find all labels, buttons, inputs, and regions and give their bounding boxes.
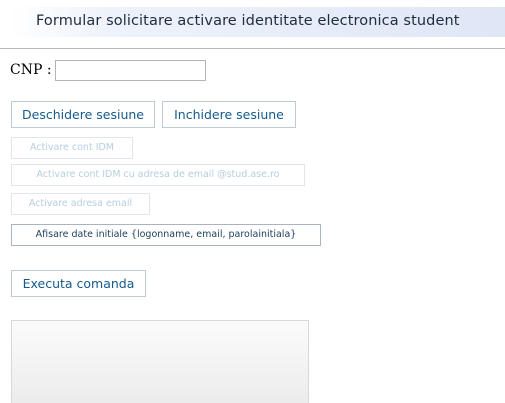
title-divider — [0, 48, 505, 49]
cnp-input[interactable] — [55, 60, 206, 81]
command-output-area — [11, 320, 309, 403]
activate-idm-account-button[interactable]: Activare cont IDM — [11, 137, 133, 159]
page-title: Formular solicitare activare identitate … — [36, 13, 460, 29]
open-session-button[interactable]: Deschidere sesiune — [11, 101, 155, 128]
close-session-button[interactable]: Inchidere sesiune — [162, 101, 296, 128]
show-initial-data-button[interactable]: Afisare date initiale {logonname, email,… — [11, 224, 321, 246]
execute-command-button[interactable]: Executa comanda — [11, 270, 146, 297]
cnp-label: CNP : — [10, 62, 52, 78]
form-title-bar: Formular solicitare activare identitate … — [10, 7, 505, 37]
activate-email-address-button[interactable]: Activare adresa email — [11, 193, 150, 215]
activate-idm-account-with-email-button[interactable]: Activare cont IDM cu adresa de email @st… — [11, 164, 305, 186]
